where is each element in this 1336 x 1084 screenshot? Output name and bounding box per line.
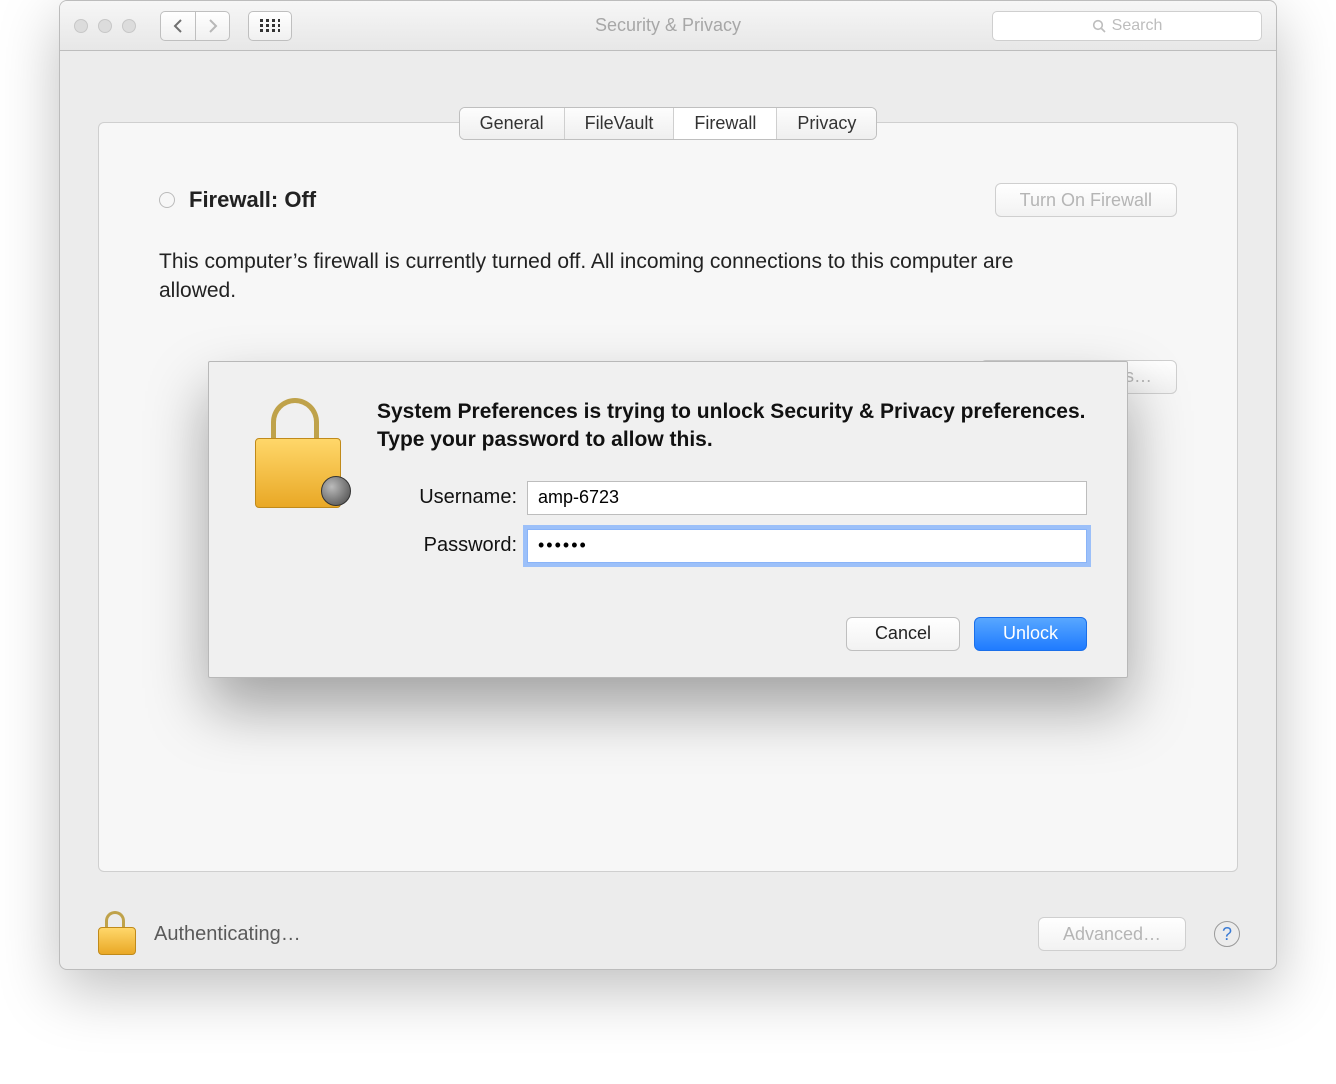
username-field[interactable]: [527, 481, 1087, 515]
search-icon: [1092, 19, 1106, 33]
firewall-status-indicator: [159, 192, 175, 208]
password-label: Password:: [377, 534, 517, 557]
firewall-description: This computer’s firewall is currently tu…: [159, 247, 1059, 306]
forward-button[interactable]: [195, 11, 230, 41]
unlock-button[interactable]: Unlock: [974, 617, 1087, 651]
tabbar-container: General FileVault Firewall Privacy: [60, 51, 1276, 140]
username-label: Username:: [377, 486, 517, 509]
show-all-button[interactable]: [248, 11, 292, 41]
search-input[interactable]: Search: [992, 11, 1262, 41]
preferences-window: Security & Privacy Search General FileVa…: [59, 0, 1277, 970]
auth-message: System Preferences is trying to unlock S…: [377, 398, 1087, 455]
firewall-status-row: Firewall: Off Turn On Firewall: [159, 183, 1177, 217]
auth-dialog: System Preferences is trying to unlock S…: [208, 361, 1128, 678]
footer: Authenticating… Advanced… ?: [60, 899, 1276, 969]
lock-icon[interactable]: [96, 913, 138, 955]
tab-general[interactable]: General: [460, 108, 565, 139]
close-window-button[interactable]: [74, 19, 88, 33]
padlock-knob-icon: [321, 476, 351, 506]
chevron-left-icon: [173, 19, 183, 33]
tab-privacy[interactable]: Privacy: [777, 108, 876, 139]
back-button[interactable]: [160, 11, 195, 41]
zoom-window-button[interactable]: [122, 19, 136, 33]
auth-actions: Cancel Unlock: [249, 617, 1087, 651]
auth-lock-icon: [249, 398, 349, 518]
tab-filevault[interactable]: FileVault: [565, 108, 675, 139]
turn-on-firewall-button[interactable]: Turn On Firewall: [995, 183, 1177, 217]
chevron-right-icon: [208, 19, 218, 33]
password-row: Password:: [377, 529, 1087, 563]
search-placeholder: Search: [1112, 17, 1163, 35]
window-controls: [74, 19, 136, 33]
firewall-status-left: Firewall: Off: [159, 187, 316, 213]
auth-status-text: Authenticating…: [154, 923, 301, 946]
firewall-status-title: Firewall: Off: [189, 187, 316, 213]
tab-firewall[interactable]: Firewall: [674, 108, 777, 139]
advanced-button[interactable]: Advanced…: [1038, 917, 1186, 951]
password-field[interactable]: [527, 529, 1087, 563]
titlebar: Security & Privacy Search: [60, 1, 1276, 51]
apps-grid-icon: [260, 19, 280, 33]
cancel-button[interactable]: Cancel: [846, 617, 960, 651]
username-row: Username:: [377, 481, 1087, 515]
tabbar: General FileVault Firewall Privacy: [459, 107, 878, 140]
nav-group: [160, 11, 230, 41]
help-button[interactable]: ?: [1214, 921, 1240, 947]
minimize-window-button[interactable]: [98, 19, 112, 33]
